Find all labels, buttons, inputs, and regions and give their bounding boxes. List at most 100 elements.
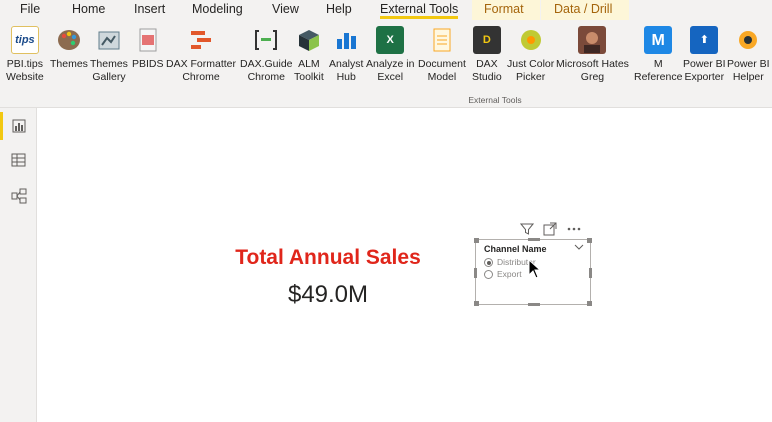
pbids-button[interactable]: PBIDS (132, 26, 164, 71)
tab-external-tools[interactable]: External Tools (372, 0, 466, 20)
resize-handle[interactable] (587, 238, 592, 243)
alm-toolkit-button[interactable]: ALM Toolkit (294, 26, 324, 84)
palette-icon (55, 26, 83, 54)
button-label: Gallery (92, 71, 126, 83)
themes-button[interactable]: Themes (50, 26, 88, 71)
themes-gallery-button[interactable]: Themes Gallery (90, 26, 128, 84)
pbi-tips-website-button[interactable]: tips PBI.tips Website (6, 26, 44, 84)
button-label: Helper (732, 71, 764, 83)
tab-home[interactable]: Home (64, 0, 113, 20)
button-label: ALM (298, 58, 320, 70)
button-label: Model (427, 71, 457, 83)
menu-bar: File Home Insert Modeling View Help Exte… (0, 0, 772, 20)
button-label: DAX.Guide (240, 58, 293, 70)
resize-handle[interactable] (474, 238, 479, 243)
resize-handle[interactable] (474, 268, 477, 278)
tab-file[interactable]: File (12, 0, 48, 20)
microsoft-hates-greg-button[interactable]: Microsoft Hates Greg (556, 26, 629, 84)
ribbon: tips PBI.tips Website Themes Themes Gall… (0, 20, 772, 108)
analyst-hub-icon (332, 26, 360, 54)
left-nav (0, 108, 37, 422)
button-label: Excel (377, 71, 404, 83)
helper-icon (734, 26, 762, 54)
button-label: Analyze in (366, 58, 415, 70)
report-view-button[interactable] (0, 108, 37, 144)
slicer-header: Channel Name (484, 244, 547, 254)
tab-modeling[interactable]: Modeling (184, 0, 251, 20)
power-bi-helper-button[interactable]: Power BI Helper (727, 26, 770, 84)
tab-insert[interactable]: Insert (126, 0, 173, 20)
pbi-tips-icon: tips (10, 26, 39, 54)
card-title: Total Annual Sales (235, 246, 421, 269)
dax-guide-button[interactable]: DAX.Guide Chrome (240, 26, 293, 84)
report-canvas[interactable]: Total Annual Sales $49.0M Channel Name D… (38, 109, 772, 422)
model-view-icon (11, 188, 26, 204)
dax-formatter-button[interactable]: DAX Formatter Chrome (166, 26, 236, 84)
option-label: Export (497, 269, 522, 279)
button-label: Greg (580, 71, 605, 83)
report-view-icon (12, 119, 25, 133)
button-label: PBIDS (132, 58, 164, 70)
dax-guide-icon (252, 26, 280, 54)
resize-handle[interactable] (587, 301, 592, 306)
dax-studio-button[interactable]: D DAX Studio (472, 26, 502, 84)
filter-icon[interactable] (520, 222, 534, 236)
button-label: Analyst (329, 58, 364, 70)
slicer-option-export[interactable]: Export (484, 269, 522, 279)
alm-toolkit-icon (295, 26, 323, 54)
dax-studio-icon: D (472, 26, 501, 54)
button-label: Microsoft Hates (556, 58, 629, 70)
tab-data-drill[interactable]: Data / Drill (541, 0, 629, 20)
button-label: Exporter (684, 71, 725, 83)
button-label: Toolkit (294, 71, 324, 83)
themes-gallery-icon (95, 26, 123, 54)
data-view-button[interactable] (0, 142, 37, 178)
greg-photo-icon (578, 26, 607, 54)
focus-mode-icon[interactable] (543, 222, 557, 236)
button-label: DAX (476, 58, 498, 70)
pbids-icon (134, 26, 162, 54)
radio-selected[interactable] (484, 257, 493, 267)
button-label: Just Color (507, 58, 555, 70)
tab-format[interactable]: Format (472, 0, 540, 20)
button-label: Hub (336, 71, 356, 83)
excel-icon: X (376, 26, 405, 54)
button-label: DAX Formatter (166, 58, 237, 70)
button-label: Chrome (182, 71, 220, 83)
data-view-icon (11, 153, 26, 167)
document-model-button[interactable]: Document Model (418, 26, 466, 84)
button-label: PBI.tips (6, 58, 43, 70)
power-bi-exporter-button[interactable]: ⬆ Power BI Exporter (683, 26, 726, 84)
model-view-button[interactable] (0, 178, 37, 214)
button-label: M (653, 58, 663, 70)
chevron-down-icon[interactable] (574, 243, 584, 251)
more-options-icon[interactable] (566, 222, 582, 236)
m-reference-button[interactable]: M M Reference (634, 26, 682, 84)
ribbon-group-label: External Tools (468, 95, 522, 105)
button-label: Chrome (247, 71, 285, 83)
visual-header (520, 221, 590, 237)
color-picker-icon (517, 26, 545, 54)
radio-unselected[interactable] (484, 269, 493, 279)
button-label: Website (6, 71, 44, 83)
button-label: Themes (90, 58, 128, 70)
button-label: Themes (50, 58, 88, 70)
button-label: Studio (472, 71, 502, 83)
mouse-cursor-icon (528, 259, 542, 279)
button-label: Document (418, 58, 466, 70)
analyst-hub-button[interactable]: Analyst Hub (329, 26, 363, 84)
exporter-icon: ⬆ (690, 26, 719, 54)
dax-formatter-icon (187, 26, 215, 54)
button-label: Power BI (683, 58, 726, 70)
card-value: $49.0M (287, 281, 369, 308)
button-label: Power BI (727, 58, 770, 70)
resize-handle[interactable] (474, 301, 479, 306)
just-color-picker-button[interactable]: Just Color Picker (507, 26, 554, 84)
button-label: Picker (516, 71, 546, 83)
tab-help[interactable]: Help (318, 0, 360, 20)
analyze-in-excel-button[interactable]: X Analyze in Excel (366, 26, 414, 84)
tab-view[interactable]: View (264, 0, 307, 20)
resize-handle[interactable] (589, 268, 592, 278)
resize-handle[interactable] (528, 303, 540, 306)
resize-handle[interactable] (528, 238, 540, 241)
